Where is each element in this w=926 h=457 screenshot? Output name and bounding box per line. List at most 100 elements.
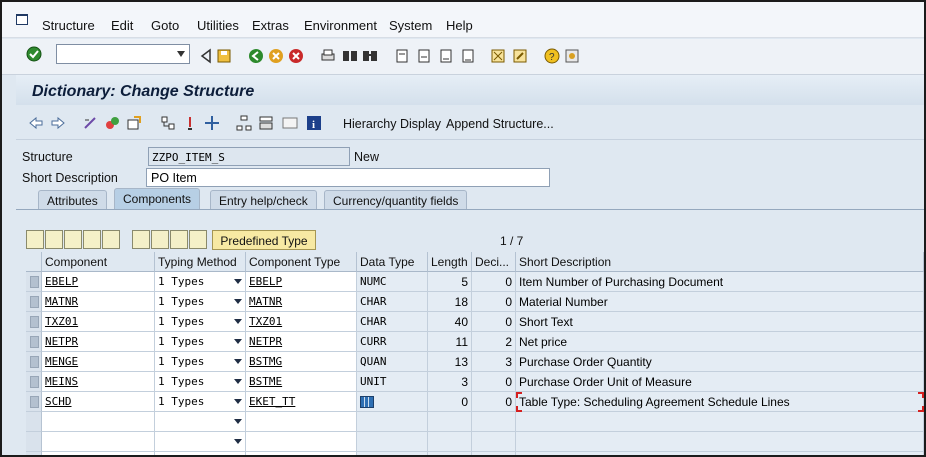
cell-short-description[interactable]: Net price [516,332,924,352]
row-selector[interactable] [26,312,42,332]
up-icon[interactable] [189,230,207,249]
cell-component-type[interactable] [246,432,357,452]
row-selector[interactable] [26,452,42,455]
column-header-decimals[interactable]: Deci... [472,252,516,272]
select-all-header[interactable] [26,252,42,272]
chevron-down-icon[interactable] [234,319,242,324]
column-header-typing-method[interactable]: Typing Method [155,252,246,272]
table-row[interactable]: MENGE 1 Types BSTMG QUAN 13 3 Purchase Order Q… [26,352,924,372]
column-header-component-type[interactable]: Component Type [246,252,357,272]
column-header-component[interactable]: Component [42,252,155,272]
navigation-window-icon[interactable] [204,115,220,131]
row-selector[interactable] [26,292,42,312]
menu-extras[interactable]: Extras [252,18,289,33]
cell-short-description[interactable] [516,412,924,432]
structure-field[interactable]: ZZPO_ITEM_S [148,147,350,166]
chevron-down-icon[interactable] [234,399,242,404]
exit-icon[interactable] [268,48,284,64]
column-header-short-description[interactable]: Short Description [516,252,924,272]
tab-entry-help-check[interactable]: Entry help/check [210,190,317,210]
table-row[interactable]: EBELP 1 Types EBELP NUMC 5 0 Item Number of Pu… [26,272,924,292]
menu-edit[interactable]: Edit [111,18,133,33]
cell-typing-method[interactable]: 1 Types [155,292,246,312]
previous-page-icon[interactable] [416,48,432,64]
chevron-down-icon[interactable] [234,299,242,304]
cell-short-description[interactable]: Table Type: Scheduling Agreement Schedul… [516,392,924,412]
cell-short-description[interactable]: Purchase Order Unit of Measure [516,372,924,392]
display-change-icon[interactable] [82,115,98,131]
find-next-icon[interactable] [362,48,378,64]
cell-component-type[interactable]: EKET_TT [246,392,357,412]
filter-icon[interactable] [132,230,150,249]
cell-short-description[interactable]: Material Number [516,292,924,312]
menu-system[interactable]: System [389,18,432,33]
back-icon[interactable] [248,48,264,64]
back-nav-icon[interactable] [198,48,214,64]
table-row[interactable] [26,432,924,452]
cell-short-description[interactable]: Item Number of Purchasing Document [516,272,924,292]
cell-component-type[interactable] [246,412,357,432]
cell-short-description[interactable]: Purchase Order Quantity [516,352,924,372]
chevron-down-icon[interactable] [234,359,242,364]
delete-row-icon[interactable] [102,230,120,249]
hierarchy-display-button[interactable]: Hierarchy Display [343,117,441,131]
save-icon[interactable] [216,48,232,64]
layout-icon[interactable] [564,48,580,64]
cell-component[interactable] [42,432,155,452]
arrow-left-icon[interactable] [28,115,44,131]
cell-short-description[interactable] [516,452,924,455]
cell-component-type[interactable]: NETPR [246,332,357,352]
cell-component-type[interactable]: TXZ01 [246,312,357,332]
table-row[interactable]: TXZ01 1 Types TXZ01 CHAR 40 0 Short Text [26,312,924,332]
table-row[interactable]: NETPR 1 Types NETPR CURR 11 2 Net price [26,332,924,352]
cell-typing-method[interactable]: 1 Types [155,372,246,392]
command-field[interactable] [56,44,190,64]
create-session-icon[interactable] [490,48,506,64]
chevron-down-icon[interactable] [234,339,242,344]
cell-typing-method[interactable] [155,432,246,452]
row-selector[interactable] [26,412,42,432]
cell-typing-method[interactable]: 1 Types [155,272,246,292]
cell-component[interactable]: EBELP [42,272,155,292]
arrow-right-icon[interactable] [50,115,66,131]
cell-component[interactable]: MEINS [42,372,155,392]
enter-check-icon[interactable] [26,46,42,62]
cell-typing-method[interactable]: 1 Types [155,332,246,352]
tab-currency-quantity-fields[interactable]: Currency/quantity fields [324,190,468,210]
shortcut-icon[interactable] [512,48,528,64]
cell-component-type[interactable] [246,452,357,455]
cell-short-description[interactable]: Short Text [516,312,924,332]
table-row[interactable] [26,452,924,455]
column-header-length[interactable]: Length [428,252,472,272]
chevron-down-icon[interactable] [234,279,242,284]
object-list-icon[interactable] [160,115,176,131]
help-icon[interactable]: ? [544,48,560,64]
info-icon[interactable]: i [306,115,322,131]
system-menu-icon[interactable] [16,14,28,25]
paste-icon[interactable] [64,230,82,249]
cell-short-description[interactable] [516,432,924,452]
print-icon[interactable] [320,48,336,64]
cell-component[interactable]: SCHD [42,392,155,412]
chevron-down-icon[interactable] [234,439,242,444]
chevron-down-icon[interactable] [177,51,185,57]
cell-typing-method[interactable]: 1 Types [155,392,246,412]
details-icon[interactable] [170,230,188,249]
row-selector[interactable] [26,432,42,452]
first-page-icon[interactable] [394,48,410,64]
cell-typing-method[interactable]: 1 Types [155,312,246,332]
row-selector[interactable] [26,332,42,352]
find-icon[interactable] [342,48,358,64]
cell-component[interactable]: TXZ01 [42,312,155,332]
cell-component[interactable] [42,452,155,455]
cell-component[interactable]: MATNR [42,292,155,312]
where-used-icon[interactable] [182,115,198,131]
menu-help[interactable]: Help [446,18,473,33]
column-header-data-type[interactable]: Data Type [357,252,428,272]
cell-component[interactable] [42,412,155,432]
menu-utilities[interactable]: Utilities [197,18,239,33]
other-object-icon[interactable] [236,115,252,131]
cell-component-type[interactable]: BSTMG [246,352,357,372]
short-description-field[interactable]: PO Item [146,168,550,187]
technical-settings-icon[interactable] [258,115,274,131]
